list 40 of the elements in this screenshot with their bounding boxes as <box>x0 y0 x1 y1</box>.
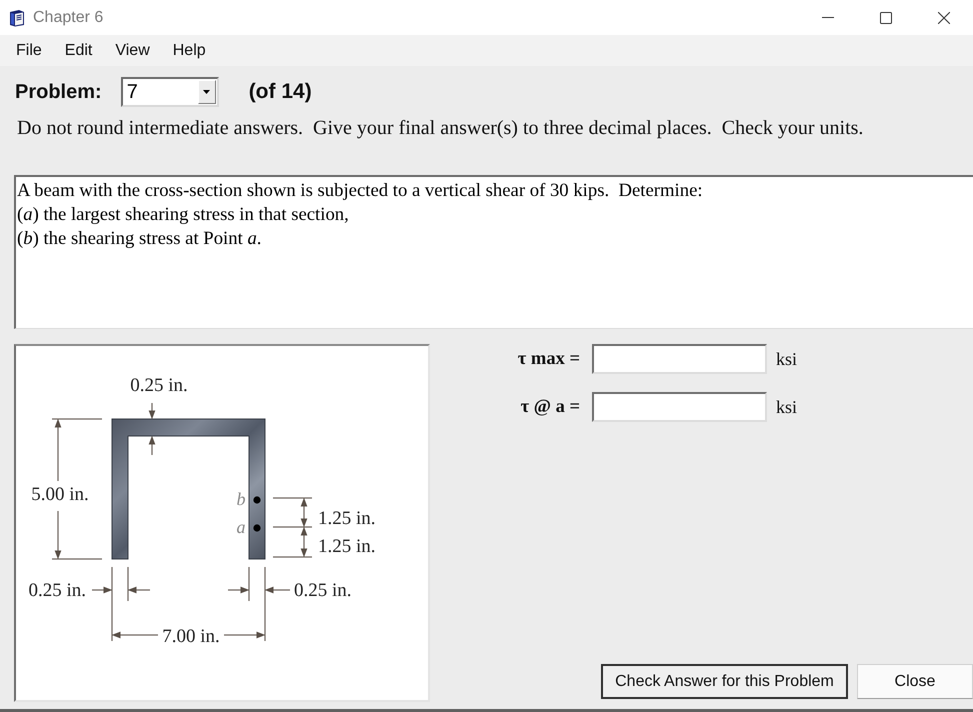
problem-statement-line: (a) the largest shearing stress in that section, <box>17 203 349 227</box>
dimension-label: 0.25 in. <box>130 375 188 396</box>
dropdown-button[interactable] <box>198 80 216 104</box>
maximize-icon <box>880 12 892 24</box>
answer-field[interactable] <box>592 392 767 422</box>
dimension-label: 0.25 in. <box>294 580 352 601</box>
window-title: Chapter 6 <box>33 8 104 26</box>
menu-item[interactable]: Edit <box>60 40 98 62</box>
point-label: a <box>236 517 246 537</box>
point-marker <box>253 496 261 504</box>
dialog-button[interactable]: Close <box>857 664 973 699</box>
problem-count: (of 14) <box>248 80 312 104</box>
dimension-label: 1.25 in. <box>318 508 376 529</box>
menu-item[interactable]: File <box>11 40 47 62</box>
point-label: b <box>236 489 246 509</box>
dimension-label: 0.25 in. <box>28 580 86 601</box>
dimension-line <box>272 498 312 528</box>
dimension-label: 5.00 in. <box>31 484 89 505</box>
book-icon <box>8 8 26 26</box>
dimension-line <box>148 402 156 456</box>
dimension-label: 1.25 in. <box>318 536 376 557</box>
instructions-text: Do not round intermediate answers. Give your final answer(s) to three decimal places. Check your units. <box>17 116 864 140</box>
dialog-button[interactable]: Check Answer for this Problem <box>601 664 848 699</box>
answer-label: τ @ a = <box>520 396 580 418</box>
answer-label: τ max = <box>518 348 580 370</box>
caret-down-icon <box>203 90 210 94</box>
dimension-line <box>272 528 312 558</box>
problem-statement-line: (b) the shearing stress at Point a. <box>17 227 262 251</box>
unit-label: ksi <box>776 348 798 370</box>
dimension-label: 7.00 in. <box>162 626 220 647</box>
problem-statement-line: A beam with the cross-section shown is subjected to a vertical shear of 30 kips. Determine: <box>17 179 703 203</box>
close-icon <box>938 12 950 24</box>
menu-item[interactable]: Help <box>168 40 211 62</box>
problem-dropdown[interactable]: 7 <box>120 77 219 107</box>
point-marker <box>253 524 261 532</box>
problem-label: Problem: <box>15 80 102 104</box>
answer-field[interactable] <box>592 344 767 374</box>
menu-item[interactable]: View <box>110 40 155 62</box>
unit-label: ksi <box>776 396 798 418</box>
minimize-icon <box>822 17 834 18</box>
